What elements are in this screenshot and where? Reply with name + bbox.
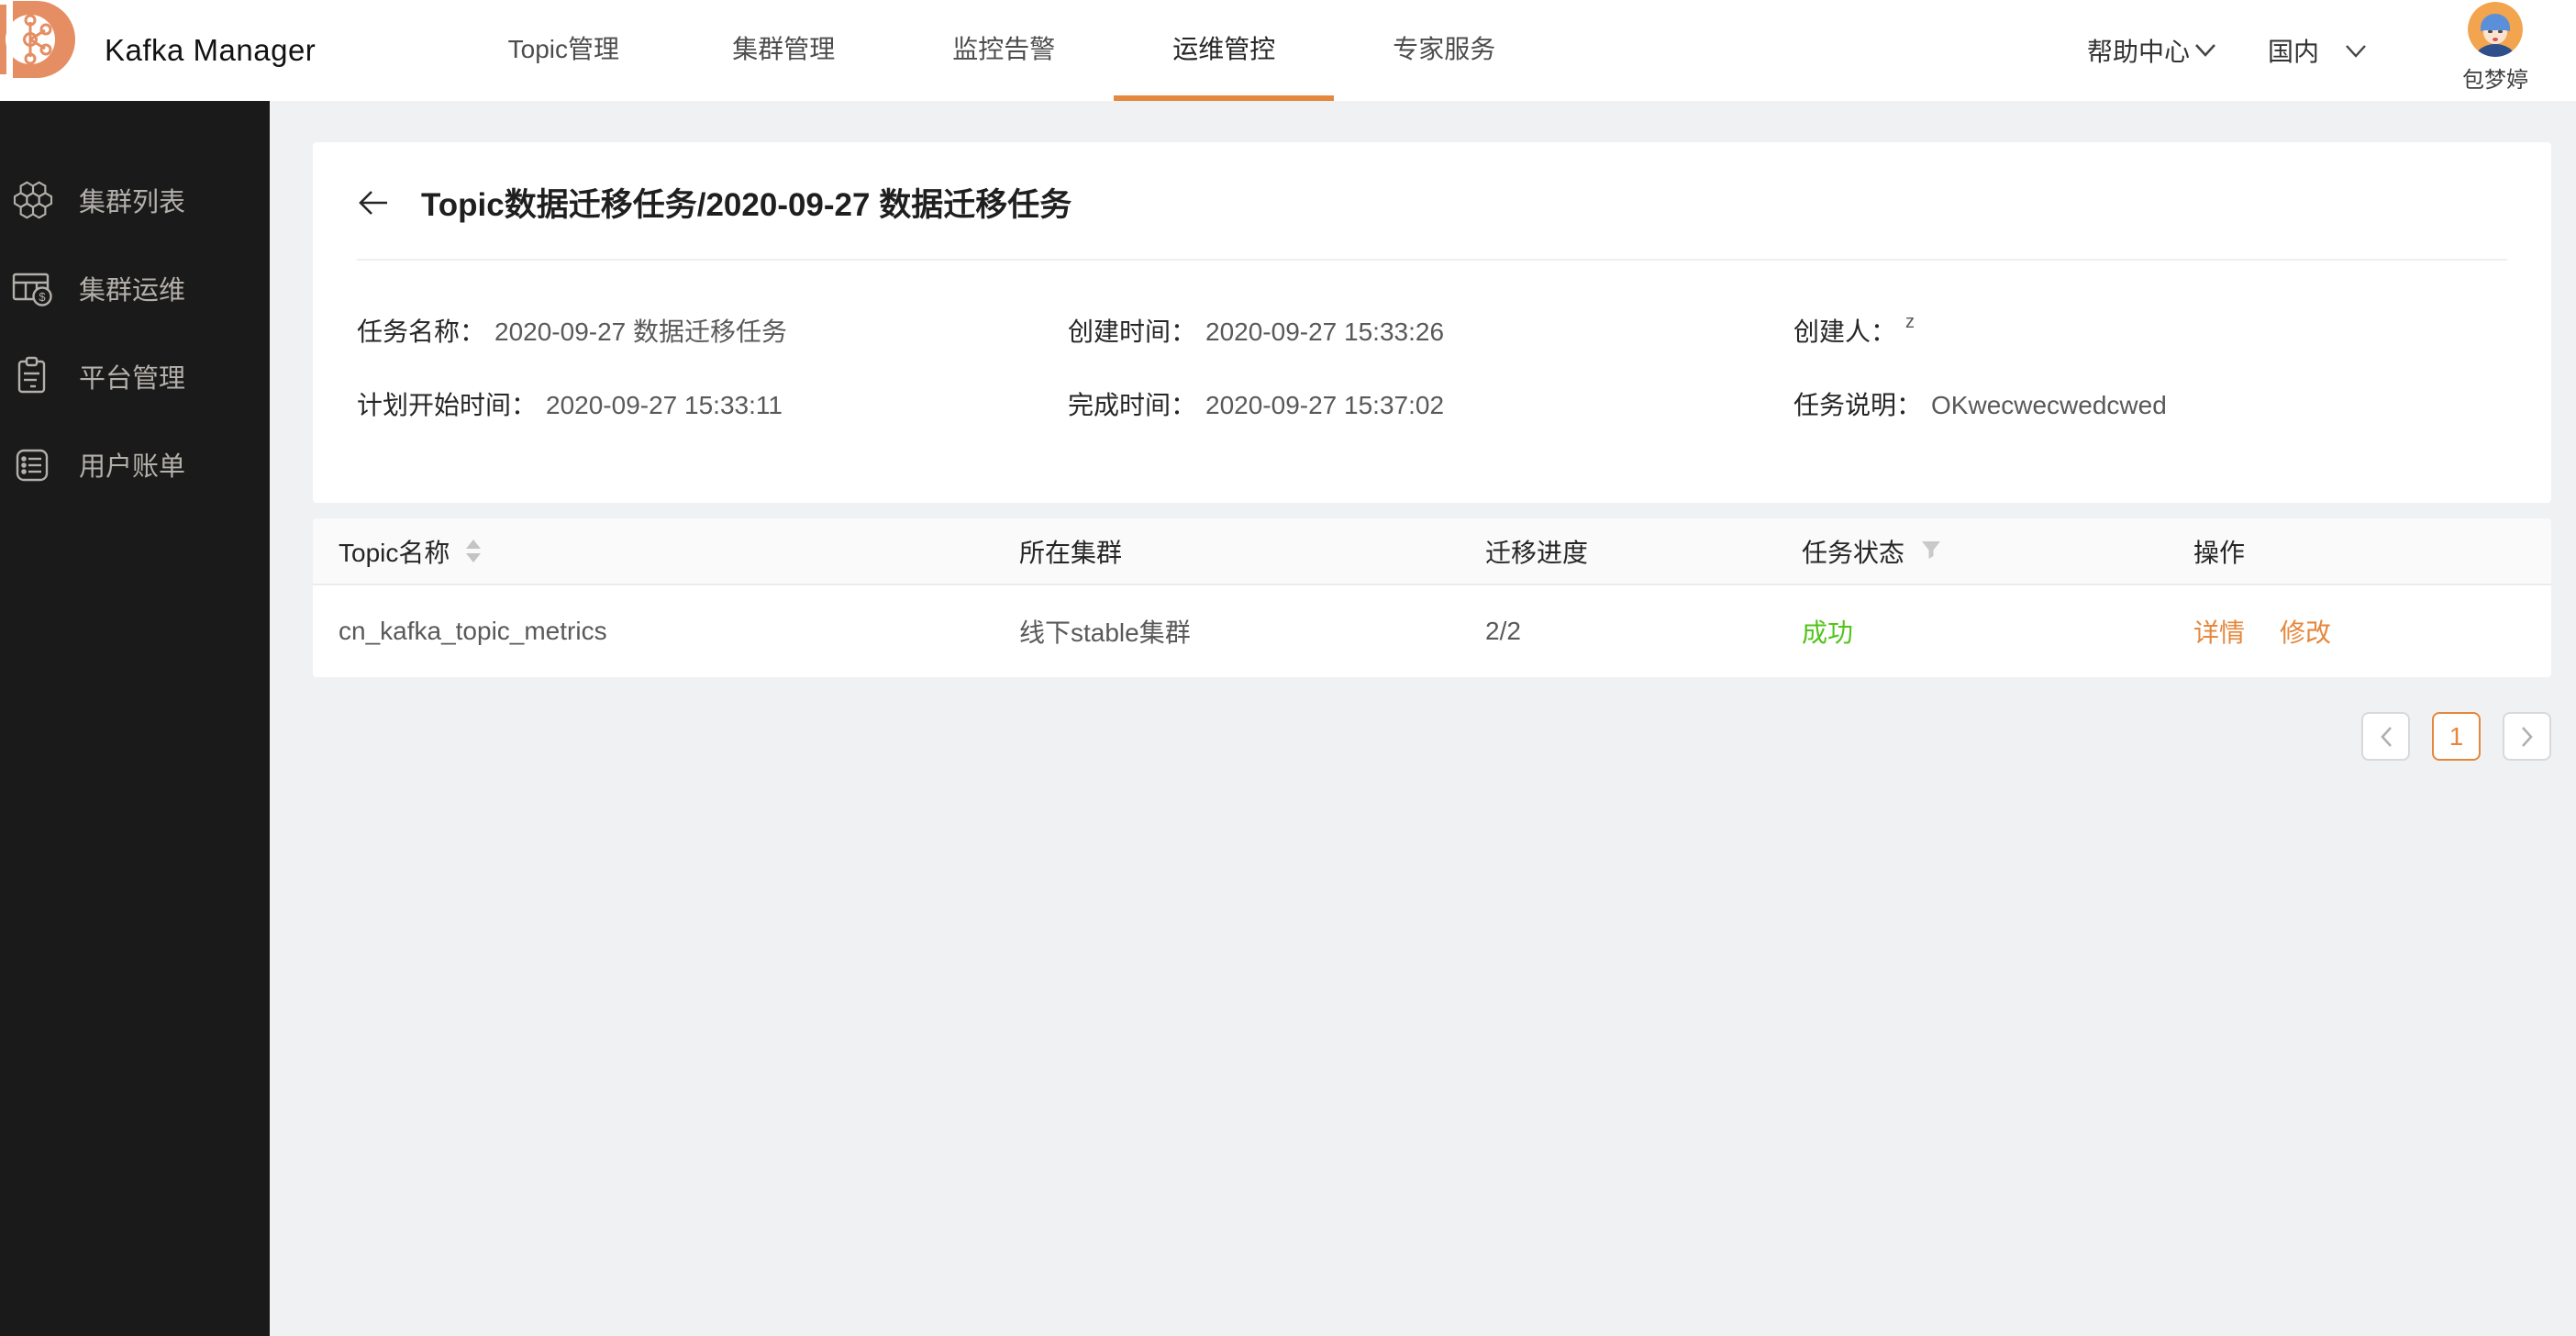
page-title: Topic数据迁移任务/2020-09-27 数据迁移任务 <box>421 187 1072 223</box>
tab-label: 监控告警 <box>952 35 1056 63</box>
cell-cluster: 线下stable集群 <box>1019 618 1191 647</box>
sidebar-item-label: 平台管理 <box>79 364 186 394</box>
sidebar-item-cluster-ops[interactable]: $ 集群运维 <box>0 244 270 332</box>
field-label: 创建时间： <box>1068 317 1197 346</box>
top-header: Kafka Manager Topic管理 集群管理 监控告警 运维管控 专家服… <box>0 0 2576 101</box>
cell-status-badge: 成功 <box>1802 618 1854 647</box>
field-planned-start-time: 计划开始时间： 2020-09-27 15:33:11 <box>357 385 1068 422</box>
region-label: 国内 <box>2267 38 2319 66</box>
column-actions: 操作 <box>2168 533 2551 570</box>
cell-actions: 详情 修改 <box>2168 613 2551 650</box>
cluster-ops-icon: $ <box>11 266 55 310</box>
sidebar-item-user-billing[interactable]: 用户账单 <box>0 420 270 508</box>
svg-text:$: $ <box>39 290 46 304</box>
tab-ops-control[interactable]: 运维管控 <box>1114 0 1335 101</box>
field-task-description: 任务说明： OKwecwecwedcwed <box>1793 385 2507 422</box>
sort-desc-icon <box>466 553 482 562</box>
field-creator: 创建人： z <box>1793 312 2507 349</box>
table-header-row: Topic名称 所在集群 迁移进度 任务状态 操作 <box>313 518 2551 585</box>
field-create-time: 创建时间： 2020-09-27 15:33:26 <box>1068 312 1793 349</box>
field-label: 任务说明： <box>1793 391 1923 419</box>
pagination-prev-button[interactable] <box>2361 712 2410 761</box>
column-topic-name: Topic名称 <box>313 533 994 570</box>
region-menu[interactable]: 国内 <box>2268 32 2367 69</box>
pagination-page-1-button[interactable]: 1 <box>2432 712 2481 761</box>
pagination: 1 <box>313 712 2551 761</box>
column-cluster: 所在集群 <box>994 533 1460 570</box>
kafka-manager-logo-icon <box>0 0 79 79</box>
chevron-down-icon <box>2193 36 2217 65</box>
sidebar-item-label: 集群列表 <box>79 188 186 217</box>
cluster-list-icon <box>11 178 55 222</box>
back-button[interactable] <box>357 186 390 219</box>
app-title: Kafka Manager <box>105 33 316 67</box>
tab-expert-service[interactable]: 专家服务 <box>1334 0 1554 101</box>
chevron-down-icon <box>2345 36 2367 65</box>
tab-cluster-manage[interactable]: 集群管理 <box>673 0 894 101</box>
pagination-next-button[interactable] <box>2503 712 2551 761</box>
field-value: 2020-09-27 15:37:02 <box>1205 391 1445 419</box>
field-label: 计划开始时间： <box>357 391 538 419</box>
filter-icon[interactable] <box>1921 537 1941 566</box>
tab-topic-manage[interactable]: Topic管理 <box>453 0 673 101</box>
field-task-name: 任务名称： 2020-09-27 数据迁移任务 <box>357 312 1068 349</box>
tab-label: 运维管控 <box>1172 35 1276 63</box>
column-status: 任务状态 <box>1776 533 2168 570</box>
column-progress: 迁移进度 <box>1460 533 1776 570</box>
field-finish-time: 完成时间： 2020-09-27 15:37:02 <box>1068 385 1793 422</box>
sidebar-item-label: 集群运维 <box>79 276 186 306</box>
column-label: Topic名称 <box>339 538 450 567</box>
main-content: Topic数据迁移任务/2020-09-27 数据迁移任务 任务名称： 2020-… <box>270 101 2576 1336</box>
tab-monitor-alert[interactable]: 监控告警 <box>894 0 1114 101</box>
field-value: 2020-09-27 数据迁移任务 <box>494 317 788 346</box>
tab-label: 专家服务 <box>1393 35 1496 63</box>
help-center-menu[interactable]: 帮助中心 <box>2087 32 2217 69</box>
migration-table: Topic名称 所在集群 迁移进度 任务状态 操作 cn_kafka_topic… <box>313 518 2551 677</box>
field-label: 完成时间： <box>1068 391 1197 419</box>
task-fields: 任务名称： 2020-09-27 数据迁移任务 创建时间： 2020-09-27 1… <box>313 261 2551 503</box>
avatar <box>2468 2 2523 57</box>
detail-link[interactable]: 详情 <box>2193 613 2245 650</box>
column-label: 操作 <box>2193 538 2246 567</box>
user-name: 包梦婷 <box>2462 68 2528 93</box>
tab-label: 集群管理 <box>732 35 836 63</box>
sidebar-item-platform-manage[interactable]: 平台管理 <box>0 332 270 420</box>
sidebar-item-cluster-list[interactable]: 集群列表 <box>0 156 270 244</box>
cell-topic-name: cn_kafka_topic_metrics <box>339 617 607 645</box>
user-billing-icon <box>11 442 55 486</box>
platform-manage-icon <box>11 354 55 398</box>
field-value: z <box>1905 312 1915 332</box>
field-value: 2020-09-27 15:33:26 <box>1205 317 1445 346</box>
sort-toggle[interactable] <box>466 540 482 562</box>
column-label: 迁移进度 <box>1485 538 1589 567</box>
header-right: 帮助中心 国内 包梦婷 <box>2087 0 2576 101</box>
column-label: 任务状态 <box>1802 538 1905 567</box>
cell-progress: 2/2 <box>1485 617 1521 645</box>
sidebar-item-label: 用户账单 <box>79 452 186 482</box>
field-label: 创建人： <box>1793 317 1897 346</box>
tab-label: Topic管理 <box>507 35 619 63</box>
table-row: cn_kafka_topic_metrics 线下stable集群 2/2 成功… <box>313 585 2551 677</box>
field-value: 2020-09-27 15:33:11 <box>546 391 783 419</box>
field-label: 任务名称： <box>357 317 486 346</box>
top-nav-tabs: Topic管理 集群管理 监控告警 运维管控 专家服务 <box>453 0 1554 101</box>
user-profile[interactable]: 包梦婷 <box>2445 0 2546 94</box>
column-label: 所在集群 <box>1019 538 1123 567</box>
modify-link[interactable]: 修改 <box>2280 613 2331 650</box>
sort-asc-icon <box>466 540 482 549</box>
task-info-card: Topic数据迁移任务/2020-09-27 数据迁移任务 任务名称： 2020-… <box>313 142 2551 503</box>
sidebar: 集群列表 $ 集群运维 平台管理 用户账单 <box>0 101 270 1336</box>
help-center-label: 帮助中心 <box>2086 38 2190 66</box>
field-value: OKwecwecwedcwed <box>1931 391 2167 419</box>
